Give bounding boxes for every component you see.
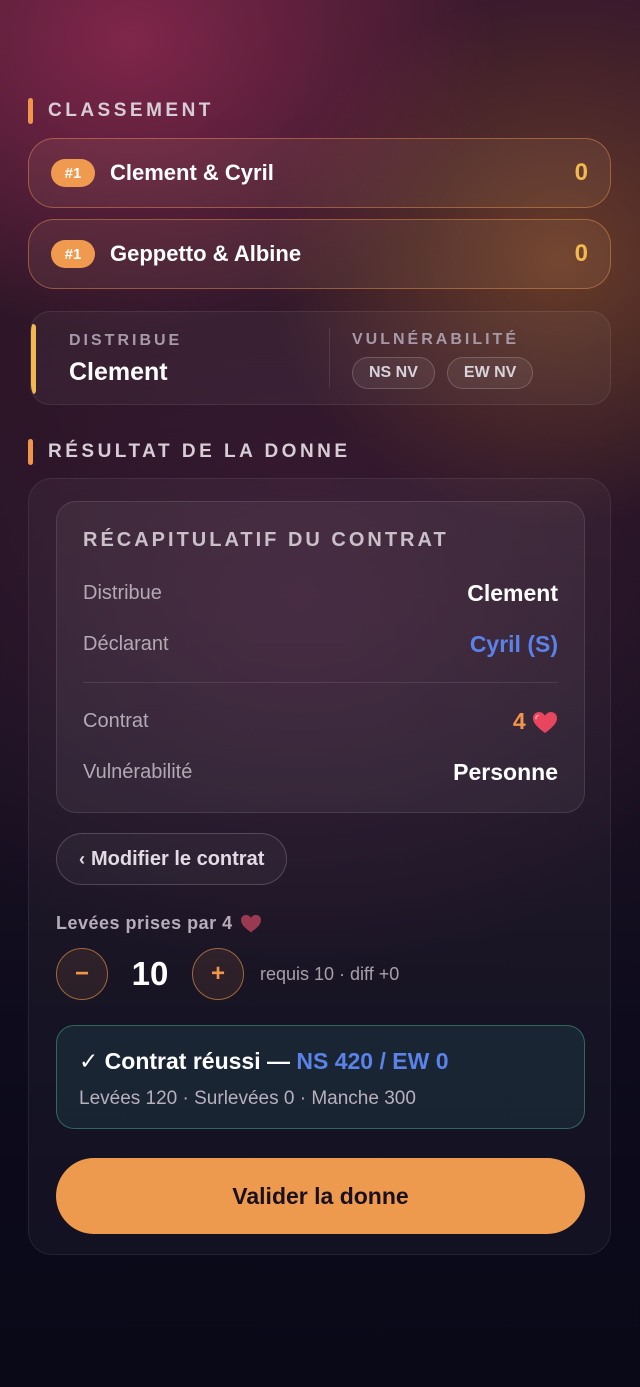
recap-divider <box>83 682 558 683</box>
ranking-title: CLASSEMENT <box>48 100 214 121</box>
tricks-value: 10 <box>131 955 169 992</box>
result-card: RÉCAPITULATIF DU CONTRAT Distribue Cleme… <box>28 478 611 1255</box>
team-score: 0 <box>574 159 588 186</box>
team-score: 0 <box>574 240 588 267</box>
contract-result-score: NS 420 / EW 0 <box>296 1048 449 1074</box>
dealer-label: DISTRIBUE <box>69 332 183 349</box>
vulnerability-info: VULNÉRABILITÉ NS NV EW NV <box>352 331 534 389</box>
recap-row-dealer: Distribue Clement <box>83 580 558 607</box>
modify-contract-button[interactable]: ‹ Modifier le contrat <box>56 833 288 885</box>
recap-value: 4 <box>513 708 558 735</box>
contract-recap: RÉCAPITULATIF DU CONTRAT Distribue Cleme… <box>56 501 585 813</box>
recap-row-vulnerability: Vulnérabilité Personne <box>83 759 558 786</box>
dealer-info: DISTRIBUE Clement <box>69 332 182 387</box>
team-name: Geppetto & Albine <box>110 241 302 266</box>
result-section-title: RÉSULTAT DE LA DONNE <box>28 439 351 465</box>
section-accent-bar <box>28 439 33 465</box>
ranking-item[interactable]: #1 Geppetto & Albine 0 <box>28 219 611 289</box>
chevron-left-icon: ‹ <box>79 848 85 869</box>
team-name: Clement & Cyril <box>110 160 274 185</box>
vulnerability-pill-ns: NS NV <box>352 357 435 389</box>
recap-label: Vulnérabilité <box>83 761 193 783</box>
rank-badge: #1 <box>51 240 95 268</box>
decrement-button[interactable]: − <box>56 948 108 1000</box>
increment-button[interactable]: + <box>192 948 244 1000</box>
contract-result-status: ✓ Contrat réussi — <box>79 1048 297 1074</box>
recap-label: Déclarant <box>83 633 169 655</box>
ranking-section-title: CLASSEMENT <box>28 98 214 124</box>
recap-label: Contrat <box>83 710 149 732</box>
heart-icon <box>533 711 557 733</box>
divider <box>329 328 330 388</box>
contract-level: 4 <box>512 708 526 734</box>
vulnerability-label: VULNÉRABILITÉ <box>352 331 519 348</box>
recap-label: Distribue <box>83 582 162 604</box>
ranking-item[interactable]: #1 Clement & Cyril 0 <box>28 138 611 208</box>
validate-deal-button[interactable]: Valider la donne <box>56 1158 585 1234</box>
tricks-label-text: Levées prises par 4 <box>56 913 233 933</box>
recap-title: RÉCAPITULATIF DU CONTRAT <box>83 529 449 551</box>
tricks-stepper: − 10 + requis 10 · diff +0 <box>56 948 399 1000</box>
contract-result-headline: ✓ Contrat réussi — NS 420 / EW 0 <box>79 1048 449 1075</box>
dealer-card: DISTRIBUE Clement VULNÉRABILITÉ NS NV EW… <box>30 311 611 405</box>
vulnerability-pill-ew: EW NV <box>446 357 534 389</box>
dealer-accent-bar <box>31 324 36 394</box>
tricks-requirement: requis 10 · diff +0 <box>260 963 400 984</box>
heart-icon <box>240 914 261 932</box>
dealer-name: Clement <box>69 358 168 386</box>
recap-row-contract: Contrat 4 <box>83 708 558 735</box>
modify-contract-label: Modifier le contrat <box>91 847 265 870</box>
section-accent-bar <box>28 98 33 124</box>
recap-value: Cyril (S) <box>469 631 558 657</box>
recap-value: Personne <box>453 759 558 785</box>
rank-badge: #1 <box>51 159 95 187</box>
tricks-taken-label: Levées prises par 4 <box>56 913 262 934</box>
contract-result-box: ✓ Contrat réussi — NS 420 / EW 0 Levées … <box>56 1025 585 1129</box>
recap-row-declarer: Déclarant Cyril (S) <box>83 631 558 658</box>
contract-result-detail: Levées 120 · Surlevées 0 · Manche 300 <box>79 1088 416 1109</box>
result-title: RÉSULTAT DE LA DONNE <box>48 441 351 462</box>
recap-value: Clement <box>467 580 558 606</box>
